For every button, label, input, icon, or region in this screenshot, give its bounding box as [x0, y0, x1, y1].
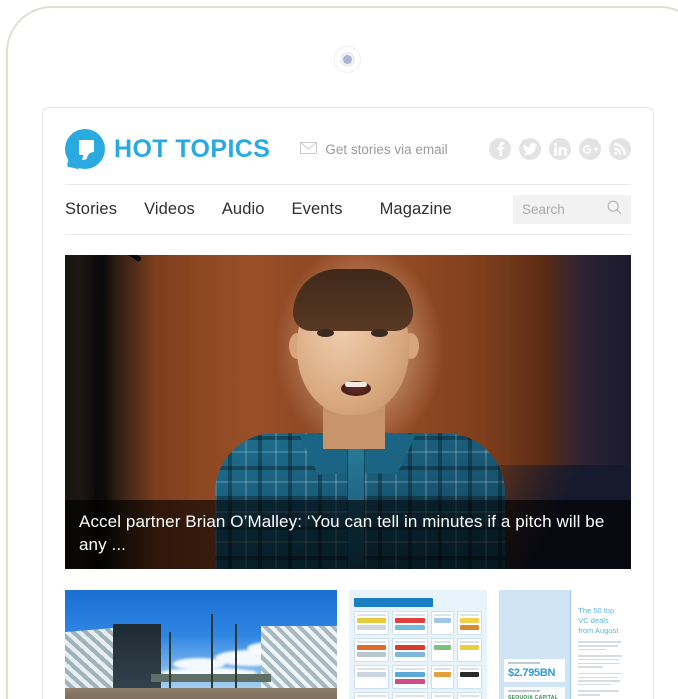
brand-name: HOT TOPICS — [114, 134, 271, 163]
hero-headline[interactable]: Accel partner Brian O’Malley: ‘You can t… — [79, 511, 617, 557]
screenshot-root: HOT TOPICS Get stories via email Stories… — [0, 0, 678, 699]
search-placeholder: Search — [522, 202, 565, 217]
magazine-headline: The 50 top VC deals from August — [578, 606, 619, 636]
card-architecture[interactable] — [65, 590, 337, 699]
tree-pole — [211, 614, 213, 699]
speech-bubble-logo-icon — [65, 129, 105, 170]
magazine-spread-image: $2.795BN SEQUOIA CAPITAL The 50 top VC d… — [499, 590, 631, 699]
infographic-cell — [430, 692, 454, 699]
subject-eye-right — [371, 329, 388, 337]
hero-caption: Accel partner Brian O’Malley: ‘You can t… — [65, 500, 631, 569]
infographic-cell — [392, 692, 428, 699]
search-input[interactable]: Search — [513, 195, 631, 224]
nav-links: Stories Videos Audio Events Magazine — [65, 200, 452, 219]
infographic-cell — [354, 611, 390, 635]
hero-article[interactable]: Accel partner Brian O’Malley: ‘You can t… — [65, 255, 631, 569]
tablet-device-frame: HOT TOPICS Get stories via email Stories… — [6, 6, 678, 699]
logo-tail — [66, 154, 82, 170]
front-camera-icon — [335, 47, 360, 72]
magazine-gutter — [570, 590, 572, 699]
investor-panel: SEQUOIA CAPITAL — [504, 687, 566, 699]
camera-ring — [340, 52, 355, 67]
subject-mouth — [341, 381, 371, 396]
infographic-cell — [354, 638, 390, 662]
nav-item-videos[interactable]: Videos — [144, 200, 195, 219]
infographic-cell — [456, 665, 482, 689]
card-market-map[interactable] — [349, 590, 487, 699]
infographic-title-bar — [354, 598, 434, 607]
subscribe-label: Get stories via email — [325, 141, 448, 157]
site-logo[interactable]: HOT TOPICS — [65, 129, 271, 170]
infographic-cell — [430, 665, 454, 689]
infographic-cell — [392, 665, 428, 689]
market-map-image — [349, 590, 487, 699]
magnifier-icon[interactable] — [607, 200, 622, 220]
nav-item-magazine[interactable]: Magazine — [380, 200, 452, 219]
envelope-icon — [300, 141, 318, 157]
infographic-cell — [354, 665, 390, 689]
deal-value-panel: $2.795BN — [504, 659, 566, 682]
browser-viewport: HOT TOPICS Get stories via email Stories… — [42, 107, 654, 699]
main-navigation: Stories Videos Audio Events Magazine Sea… — [65, 184, 631, 235]
article-card-row: $2.795BN SEQUOIA CAPITAL The 50 top VC d… — [65, 590, 631, 699]
twitter-icon[interactable] — [519, 138, 541, 160]
deal-value-figure: $2.795BN — [508, 667, 556, 679]
nav-item-stories[interactable]: Stories — [65, 200, 117, 219]
magazine-left-page: $2.795BN SEQUOIA CAPITAL — [499, 590, 571, 699]
ground — [65, 688, 337, 699]
card-magazine[interactable]: $2.795BN SEQUOIA CAPITAL The 50 top VC d… — [499, 590, 631, 699]
infographic-cell — [392, 638, 428, 662]
site-header: HOT TOPICS Get stories via email — [65, 108, 631, 184]
architecture-image — [65, 590, 337, 699]
camera-lens — [343, 55, 352, 64]
infographic-cell — [456, 638, 482, 662]
magazine-right-page: The 50 top VC deals from August — [570, 590, 631, 699]
subject-hair — [293, 269, 413, 331]
infographic-cell — [392, 611, 428, 635]
rss-icon[interactable] — [609, 138, 631, 160]
subscribe-link[interactable]: Get stories via email — [300, 141, 448, 157]
facebook-icon[interactable] — [489, 138, 511, 160]
infographic-cell — [430, 611, 454, 635]
linkedin-icon[interactable] — [549, 138, 571, 160]
website-page: HOT TOPICS Get stories via email Stories… — [43, 108, 653, 699]
googleplus-icon[interactable] — [579, 138, 601, 160]
investor-name: SEQUOIA CAPITAL — [508, 695, 559, 699]
social-links — [489, 138, 631, 160]
infographic-cell — [456, 611, 482, 635]
infographic-grid — [354, 611, 482, 699]
subject-eye-left — [317, 329, 334, 337]
nav-item-events[interactable]: Events — [292, 200, 343, 219]
nav-item-audio[interactable]: Audio — [222, 200, 265, 219]
infographic-cell — [430, 638, 454, 662]
infographic-cell — [354, 692, 390, 699]
infographic-cell — [456, 692, 482, 699]
